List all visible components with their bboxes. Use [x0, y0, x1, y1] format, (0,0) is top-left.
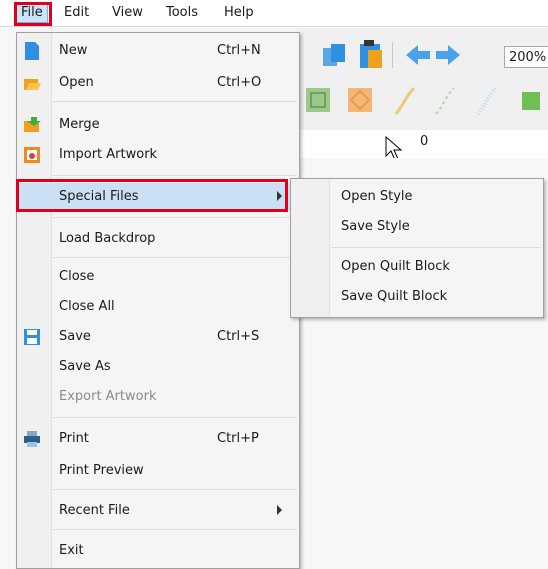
menu-item-merge[interactable]: Merge [17, 111, 299, 139]
special-files-submenu: Open Style Save Style Open Quilt Block S… [290, 178, 544, 318]
menu-item-recent-file[interactable]: Recent File [17, 497, 299, 525]
menu-item-shortcut: Ctrl+O [217, 75, 262, 90]
menu-item-label: Print [59, 431, 89, 446]
submenu-item-label: Open Style [341, 189, 413, 204]
menu-help[interactable]: Help [220, 4, 258, 22]
menu-item-load-backdrop[interactable]: Load Backdrop [17, 225, 299, 253]
submenu-item-open-style[interactable]: Open Style [291, 183, 543, 211]
menu-item-print[interactable]: Print Ctrl+P [17, 425, 299, 453]
quilt-block-icon[interactable] [304, 86, 332, 114]
menu-item-label: Merge [59, 117, 100, 132]
menu-item-import-artwork[interactable]: Import Artwork [17, 141, 299, 169]
zoom-field[interactable]: 200% [504, 46, 548, 68]
menu-item-label: New [59, 43, 88, 58]
menu-view[interactable]: View [108, 4, 147, 22]
submenu-item-save-quilt-block[interactable]: Save Quilt Block [291, 283, 543, 311]
menu-separator [53, 257, 297, 258]
submenu-item-save-style[interactable]: Save Style [291, 213, 543, 241]
menu-item-label: Recent File [59, 503, 130, 518]
annotation-file-highlight [14, 2, 52, 26]
save-icon [24, 329, 40, 345]
menu-item-shortcut: Ctrl+S [217, 329, 260, 344]
menu-item-save-as[interactable]: Save As [17, 353, 299, 381]
menu-item-label: Open [59, 75, 94, 90]
menu-item-label: Save As [59, 359, 111, 374]
submenu-arrow-icon [277, 505, 282, 515]
menu-edit[interactable]: Edit [60, 4, 93, 22]
copy-icon[interactable] [320, 40, 350, 70]
back-arrow-icon[interactable] [404, 42, 432, 68]
menu-item-label: Save [59, 329, 91, 344]
menu-item-label: Load Backdrop [59, 231, 156, 246]
menu-item-label: Print Preview [59, 463, 144, 478]
submenu-item-label: Save Style [341, 219, 410, 234]
menu-separator [53, 175, 297, 176]
submenu-item-label: Save Quilt Block [341, 289, 448, 304]
forward-arrow-icon[interactable] [434, 42, 462, 68]
import-artwork-icon [24, 147, 40, 163]
file-menu: New Ctrl+N Open Ctrl+O Merge Import Artw… [16, 32, 300, 569]
submenu-item-label: Open Quilt Block [341, 259, 450, 274]
menu-item-label: Import Artwork [59, 147, 158, 162]
menu-item-close-all[interactable]: Close All [17, 293, 299, 321]
merge-folder-icon [24, 117, 41, 132]
toolbar-divider [392, 42, 393, 68]
pattern-block-icon[interactable] [346, 86, 374, 114]
menu-item-save[interactable]: Save Ctrl+S [17, 323, 299, 351]
menu-item-label: Close All [59, 299, 115, 314]
menu-item-label: Close [59, 269, 95, 284]
menu-item-new[interactable]: New Ctrl+N [17, 37, 299, 65]
printer-icon [24, 431, 40, 447]
menu-item-exit[interactable]: Exit [17, 537, 299, 565]
menu-item-open[interactable]: Open Ctrl+O [17, 69, 299, 97]
menu-item-label: Exit [59, 543, 84, 558]
menu-item-shortcut: Ctrl+P [217, 431, 259, 446]
menu-separator [53, 217, 297, 218]
menu-item-shortcut: Ctrl+N [217, 43, 261, 58]
open-folder-icon [24, 79, 41, 90]
paste-icon[interactable] [356, 38, 386, 70]
menu-tools[interactable]: Tools [162, 4, 202, 22]
new-file-icon [25, 42, 39, 60]
submenu-item-open-quilt-block[interactable]: Open Quilt Block [291, 253, 543, 281]
submenu-separator [331, 247, 541, 248]
menu-separator [53, 529, 297, 530]
menu-separator [53, 417, 297, 418]
menu-item-print-preview[interactable]: Print Preview [17, 457, 299, 485]
menu-separator [53, 101, 297, 102]
menu-item-export-artwork: Export Artwork [17, 383, 299, 411]
chip-icon[interactable] [516, 86, 546, 116]
satin-stitch-icon[interactable] [474, 86, 500, 116]
annotation-special-files-highlight [16, 179, 288, 212]
menu-separator [53, 489, 297, 490]
dashed-stitch-icon[interactable] [432, 86, 458, 116]
ruler-zero-label: 0 [420, 134, 429, 149]
menu-item-label: Export Artwork [59, 389, 157, 404]
menu-item-close[interactable]: Close [17, 263, 299, 291]
line-stitch-icon[interactable] [392, 86, 418, 116]
menubar: File Edit View Tools Help [0, 0, 548, 27]
